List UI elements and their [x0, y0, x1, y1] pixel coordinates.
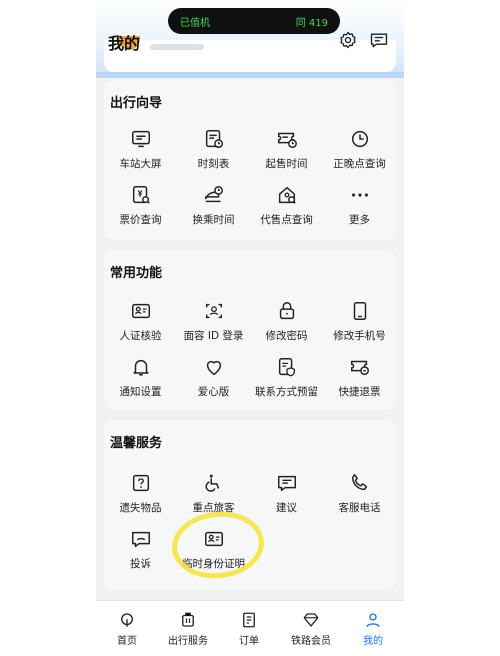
common-item-id-verify[interactable]: 人证核验 — [104, 300, 177, 350]
train-number: 同 419 — [295, 17, 328, 29]
item-label: 更多 — [349, 214, 370, 226]
bottom-tab-bar: 首页 出行服务 订单 铁路会员 我的 — [96, 600, 404, 656]
item-label: 时刻表 — [197, 158, 230, 170]
contact-shield-icon — [278, 358, 295, 377]
tab-label: 铁路会员 — [291, 636, 331, 647]
common-item-notification[interactable]: 通知设置 — [104, 356, 177, 406]
timetable-icon — [205, 130, 223, 148]
common-item-change-phone[interactable]: 修改手机号 — [323, 300, 396, 350]
tab-mine[interactable]: 我的 — [342, 611, 404, 647]
ticket-clock-icon — [277, 132, 297, 148]
agency-search-icon — [278, 186, 296, 204]
common-functions-section: 常用功能 人证核验 面容 ID 登录 修改密码 修改手机号 通知设置 爱心版 联… — [104, 250, 396, 410]
tab-travel-service[interactable]: 出行服务 — [157, 611, 219, 647]
tab-home[interactable]: 首页 — [96, 611, 158, 647]
price-search-icon — [132, 186, 150, 204]
guide-item-price-query[interactable]: 票价查询 — [104, 184, 177, 234]
item-label: 建议 — [276, 502, 297, 514]
item-label: 修改密码 — [265, 330, 308, 342]
item-label: 快捷退票 — [338, 386, 381, 398]
message-icon[interactable] — [369, 30, 389, 50]
id-card-icon — [131, 303, 150, 319]
common-item-change-password[interactable]: 修改密码 — [250, 300, 323, 350]
common-item-contact-reserve[interactable]: 联系方式预留 — [250, 356, 323, 406]
item-label: 爱心版 — [197, 386, 230, 398]
profile-name-blurred — [150, 44, 204, 50]
item-label: 车站大屏 — [119, 158, 162, 170]
wheelchair-icon — [205, 474, 219, 492]
service-item-complaint[interactable]: 投诉 — [104, 528, 177, 578]
header-background-strip — [96, 72, 404, 78]
item-label: 换乘时间 — [192, 214, 235, 226]
item-label: 票价查询 — [119, 214, 162, 226]
tab-label: 首页 — [117, 636, 137, 647]
tab-rail-member[interactable]: 铁路会员 — [280, 611, 342, 647]
refund-icon — [350, 360, 369, 376]
travel-guide-section: 出行向导 车站大屏 时刻表 起售时间 正晚点查询 票价查询 换乘时间 代售点查询… — [104, 80, 396, 240]
item-label: 联系方式预留 — [255, 386, 318, 398]
common-item-face-id[interactable]: 面容 ID 登录 — [177, 300, 250, 350]
guide-item-agency-query[interactable]: 代售点查询 — [250, 184, 323, 234]
person-icon — [366, 613, 380, 628]
tab-orders[interactable]: 订单 — [218, 611, 280, 647]
guide-item-delay-query[interactable]: 正晚点查询 — [323, 128, 396, 178]
guide-item-timetable[interactable]: 时刻表 — [177, 128, 250, 178]
checkin-status: 已值机 — [180, 17, 210, 29]
guide-item-more[interactable]: 更多 — [323, 184, 396, 234]
page-title: 我的 — [108, 34, 141, 53]
tab-label: 订单 — [239, 636, 259, 647]
dynamic-island[interactable]: 已值机 同 419 — [168, 8, 340, 34]
item-label: 通知设置 — [119, 386, 162, 398]
gear-icon[interactable] — [338, 30, 358, 50]
complaint-icon — [131, 531, 150, 548]
section-title: 温馨服务 — [110, 436, 163, 451]
service-item-lost-items[interactable]: 遗失物品 — [104, 472, 177, 522]
lost-item-icon — [132, 474, 149, 492]
order-icon — [243, 612, 255, 628]
diamond-icon — [303, 613, 319, 627]
common-item-quick-refund[interactable]: 快捷退票 — [323, 356, 396, 406]
suggestion-icon — [277, 475, 296, 492]
common-item-care-mode[interactable]: 爱心版 — [177, 356, 250, 406]
phone-call-icon — [351, 474, 367, 491]
guide-item-sale-time[interactable]: 起售时间 — [250, 128, 323, 178]
heart-icon — [206, 360, 221, 376]
item-label: 起售时间 — [265, 158, 308, 170]
face-id-icon — [205, 303, 222, 319]
section-title: 出行向导 — [110, 96, 163, 111]
lock-icon — [279, 302, 294, 320]
item-label: 投诉 — [130, 558, 151, 570]
screen-icon — [131, 130, 150, 148]
clock-icon — [351, 130, 368, 148]
service-item-suggestion[interactable]: 建议 — [250, 472, 323, 522]
more-icon — [351, 193, 368, 197]
bell-icon — [132, 359, 149, 376]
item-label: 遗失物品 — [119, 502, 162, 514]
item-label: 代售点查询 — [260, 214, 313, 226]
service-item-customer-phone[interactable]: 客服电话 — [323, 472, 396, 522]
home-icon — [121, 613, 133, 627]
transfer-icon — [204, 186, 223, 203]
luggage-icon — [182, 612, 194, 627]
item-label: 面容 ID 登录 — [183, 330, 244, 342]
item-label: 人证核验 — [119, 330, 162, 342]
guide-item-transfer-time[interactable]: 换乘时间 — [177, 184, 250, 234]
item-label: 正晚点查询 — [333, 158, 386, 170]
item-label: 客服电话 — [338, 502, 381, 514]
phone-icon — [353, 302, 366, 320]
tab-label: 我的 — [363, 636, 383, 647]
guide-item-station-screen[interactable]: 车站大屏 — [104, 128, 177, 178]
tab-label: 出行服务 — [168, 636, 208, 647]
section-title: 常用功能 — [110, 266, 163, 281]
item-label: 修改手机号 — [333, 330, 386, 342]
